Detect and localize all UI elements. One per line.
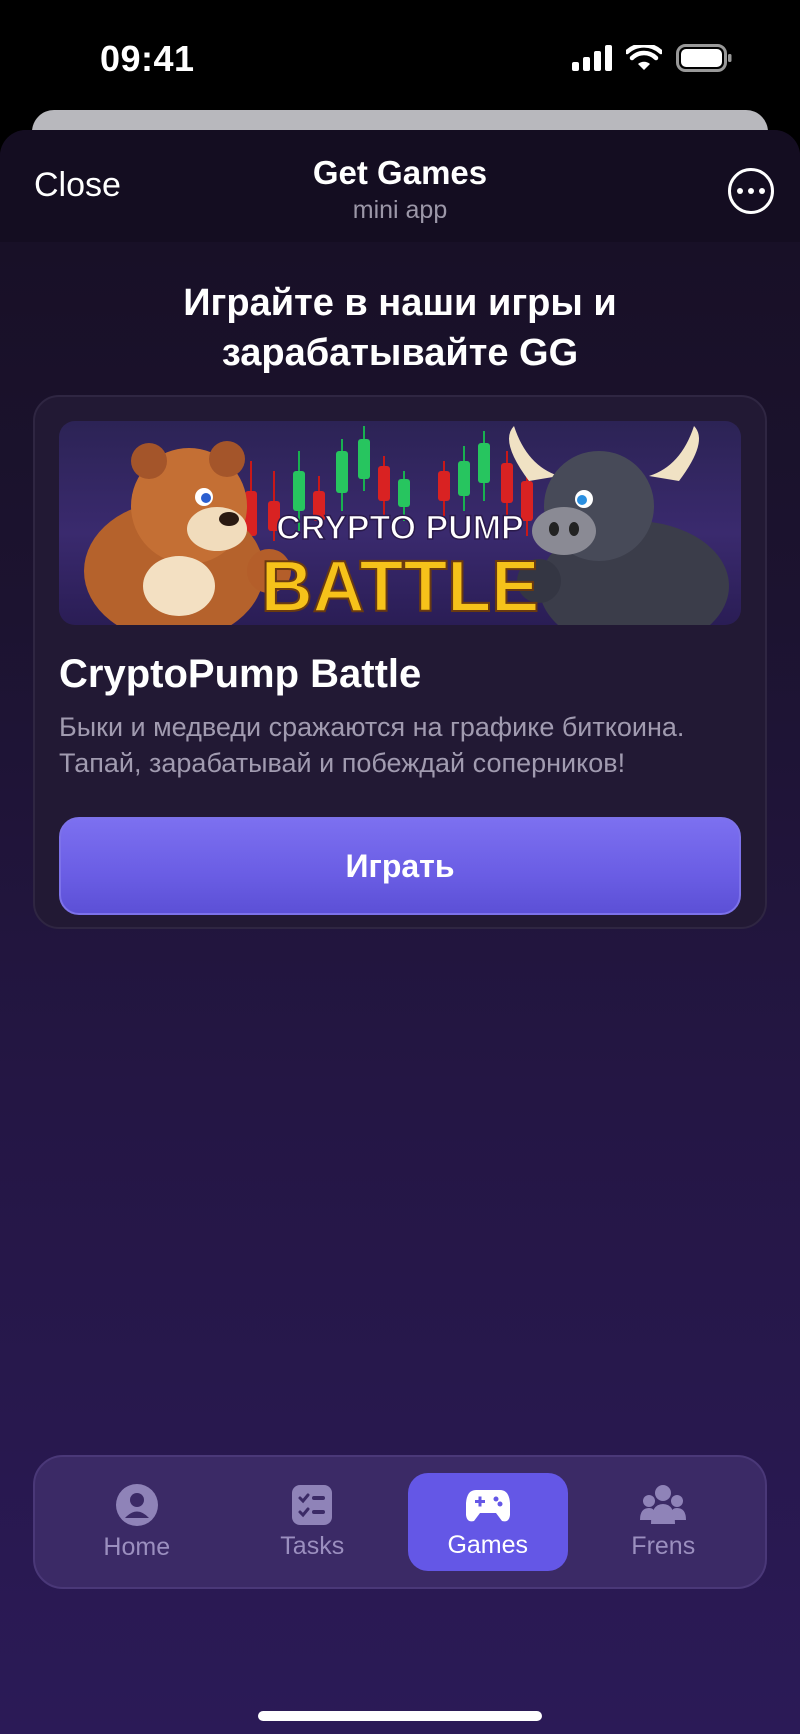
tab-frens[interactable]: Frens [583,1473,743,1571]
tab-tasks[interactable]: Tasks [232,1473,392,1571]
app-title: Get Games [312,154,488,191]
status-icons [572,44,732,72]
play-button[interactable]: Играть [59,817,741,915]
home-indicator[interactable] [258,1711,542,1721]
status-bar: 09:41 [0,0,800,110]
more-dot-icon [748,188,754,194]
friends-icon [640,1484,687,1524]
banner-illustration: CRYPTO PUMP BATTLE [84,426,729,625]
mini-app-header: Close Get Games mini app [0,130,800,242]
signal-icon [572,45,612,71]
mini-app-sheet: Close Get Games mini app Играйте в наши … [0,130,800,1734]
page-headline: Играйте в наши игры и зарабатывайте GG [0,278,800,378]
status-time: 09:41 [100,38,195,79]
tab-label: Home [103,1532,171,1561]
tab-label: Frens [631,1531,696,1560]
game-card: CRYPTO PUMP BATTLE CryptoPump Battle Бык… [33,395,767,929]
bottom-tab-bar: Home Tasks Games Frens [33,1455,767,1589]
banner-title-bottom: BATTLE [261,547,540,625]
tab-games[interactable]: Games [407,1473,568,1571]
tab-home[interactable]: Home [57,1473,217,1571]
more-dot-icon [737,188,743,194]
game-banner-image[interactable]: CRYPTO PUMP BATTLE [59,421,741,625]
app-subtitle: mini app [352,196,448,224]
game-title: CryptoPump Battle [59,652,422,696]
wifi-icon [626,45,662,70]
game-description: Быки и медведи сражаются на графике битк… [59,712,685,778]
headline-line-1: Играйте в наши игры и [183,282,617,324]
user-icon [115,1483,158,1526]
more-dot-icon [759,188,765,194]
headline-line-2: зарабатывайте GG [221,332,579,374]
tab-label: Tasks [280,1531,345,1560]
tab-label: Games [447,1530,529,1559]
bull-character [509,426,729,625]
more-options-button[interactable] [728,168,774,214]
battery-icon [676,44,732,72]
banner-title-top: CRYPTO PUMP [276,509,523,547]
tasks-icon [292,1484,333,1525]
gamepad-icon [465,1489,510,1521]
